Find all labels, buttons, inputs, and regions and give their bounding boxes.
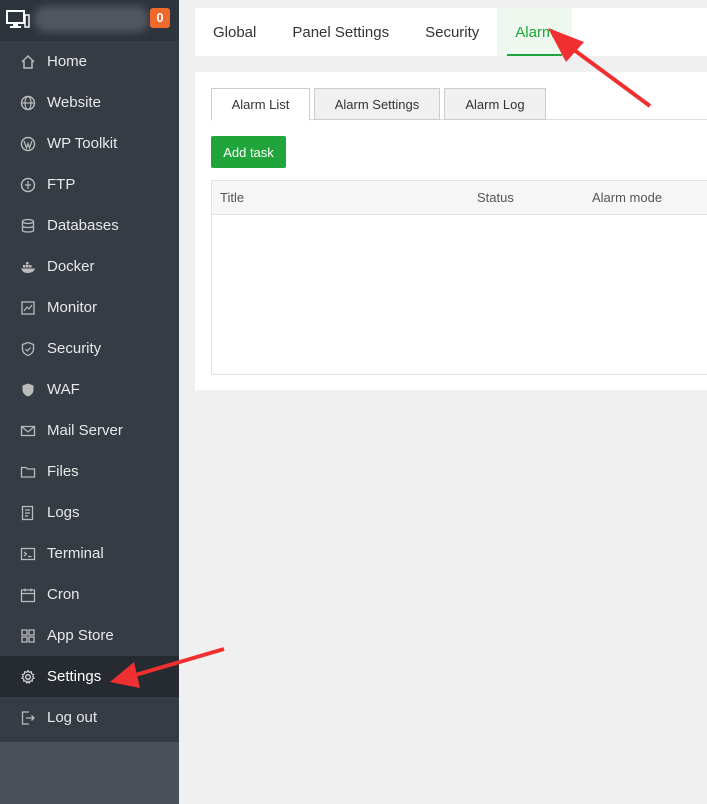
wordpress-icon — [19, 135, 37, 153]
sidebar-item-website[interactable]: Website — [0, 82, 179, 123]
database-icon — [19, 217, 37, 235]
sidebar-item-label: Settings — [47, 668, 102, 685]
sidebar-item-app-store[interactable]: App Store — [0, 615, 179, 656]
sidebar-item-label: Terminal — [47, 545, 104, 562]
tab-panel-settings[interactable]: Panel Settings — [274, 8, 407, 56]
waf-shield-icon — [19, 381, 37, 399]
sidebar-item-mail-server[interactable]: Mail Server — [0, 410, 179, 451]
table-header: Title Status Alarm mode — [212, 181, 707, 215]
tab-alarm-list[interactable]: Alarm List — [211, 88, 310, 121]
tab-global[interactable]: Global — [195, 8, 274, 56]
alarm-sub-tab-bar: Alarm List Alarm Settings Alarm Log — [211, 88, 707, 121]
server-name-redacted — [34, 6, 149, 32]
sidebar-item-log-out[interactable]: Log out — [0, 697, 179, 738]
ftp-icon — [19, 176, 37, 194]
globe-icon — [19, 94, 37, 112]
logout-icon — [19, 709, 37, 727]
sidebar-item-wp-toolkit[interactable]: WP Toolkit — [0, 123, 179, 164]
folder-icon — [19, 463, 37, 481]
alarm-panel: Alarm List Alarm Settings Alarm Log Add … — [195, 72, 707, 390]
sidebar-item-label: Docker — [47, 258, 95, 275]
sidebar-item-cron[interactable]: Cron — [0, 574, 179, 615]
sidebar-item-label: FTP — [47, 176, 76, 193]
sidebar-item-label: Security — [47, 340, 102, 357]
sidebar-item-waf[interactable]: WAF — [0, 369, 179, 410]
sidebar-item-label: App Store — [47, 627, 114, 644]
alarm-table: Title Status Alarm mode — [211, 180, 707, 375]
tab-security[interactable]: Security — [407, 8, 497, 56]
add-task-button[interactable]: Add task — [211, 136, 286, 168]
sidebar-item-monitor[interactable]: Monitor — [0, 287, 179, 328]
sidebar-item-label: Databases — [47, 217, 119, 234]
shield-icon — [19, 340, 37, 358]
sidebar-item-home[interactable]: Home — [0, 41, 179, 82]
notification-badge[interactable]: 0 — [150, 8, 170, 28]
tab-alarm[interactable]: Alarm — [497, 8, 573, 56]
grid-icon — [19, 627, 37, 645]
settings-tab-bar: Global Panel Settings Security Alarm — [195, 8, 707, 56]
monitor-chart-icon — [19, 299, 37, 317]
column-header-status[interactable]: Status — [477, 181, 514, 215]
sidebar-item-label: Logs — [47, 504, 80, 521]
column-header-title[interactable]: Title — [220, 181, 244, 215]
sidebar-item-label: Log out — [47, 709, 98, 726]
sidebar-item-label: Website — [47, 94, 101, 111]
sidebar: 0 Home Website WP Toolkit FTP Databases … — [0, 0, 179, 804]
sidebar-item-label: WP Toolkit — [47, 135, 118, 152]
tab-alarm-log[interactable]: Alarm Log — [444, 88, 546, 120]
home-icon — [19, 53, 37, 71]
sidebar-header: 0 — [0, 0, 179, 41]
sidebar-item-label: WAF — [47, 381, 80, 398]
calendar-icon — [19, 586, 37, 604]
sidebar-item-label: Mail Server — [47, 422, 123, 439]
sidebar-item-label: Monitor — [47, 299, 98, 316]
sidebar-item-databases[interactable]: Databases — [0, 205, 179, 246]
sidebar-item-logs[interactable]: Logs — [0, 492, 179, 533]
column-header-alarm-mode[interactable]: Alarm mode — [592, 181, 662, 215]
sidebar-item-label: Cron — [47, 586, 80, 603]
sidebar-item-docker[interactable]: Docker — [0, 246, 179, 287]
sidebar-footer — [0, 742, 179, 804]
gear-icon — [19, 668, 37, 686]
sidebar-item-terminal[interactable]: Terminal — [0, 533, 179, 574]
log-icon — [19, 504, 37, 522]
sidebar-item-settings[interactable]: Settings — [0, 656, 179, 697]
sidebar-item-files[interactable]: Files — [0, 451, 179, 492]
docker-icon — [19, 258, 37, 276]
terminal-icon — [19, 545, 37, 563]
mail-icon — [19, 422, 37, 440]
tab-alarm-settings[interactable]: Alarm Settings — [314, 88, 440, 120]
sidebar-item-label: Home — [47, 53, 88, 70]
sidebar-item-label: Files — [47, 463, 79, 480]
sidebar-item-security[interactable]: Security — [0, 328, 179, 369]
server-monitor-icon[interactable] — [6, 9, 30, 29]
sidebar-nav: Home Website WP Toolkit FTP Databases Do… — [0, 41, 179, 738]
sidebar-item-ftp[interactable]: FTP — [0, 164, 179, 205]
